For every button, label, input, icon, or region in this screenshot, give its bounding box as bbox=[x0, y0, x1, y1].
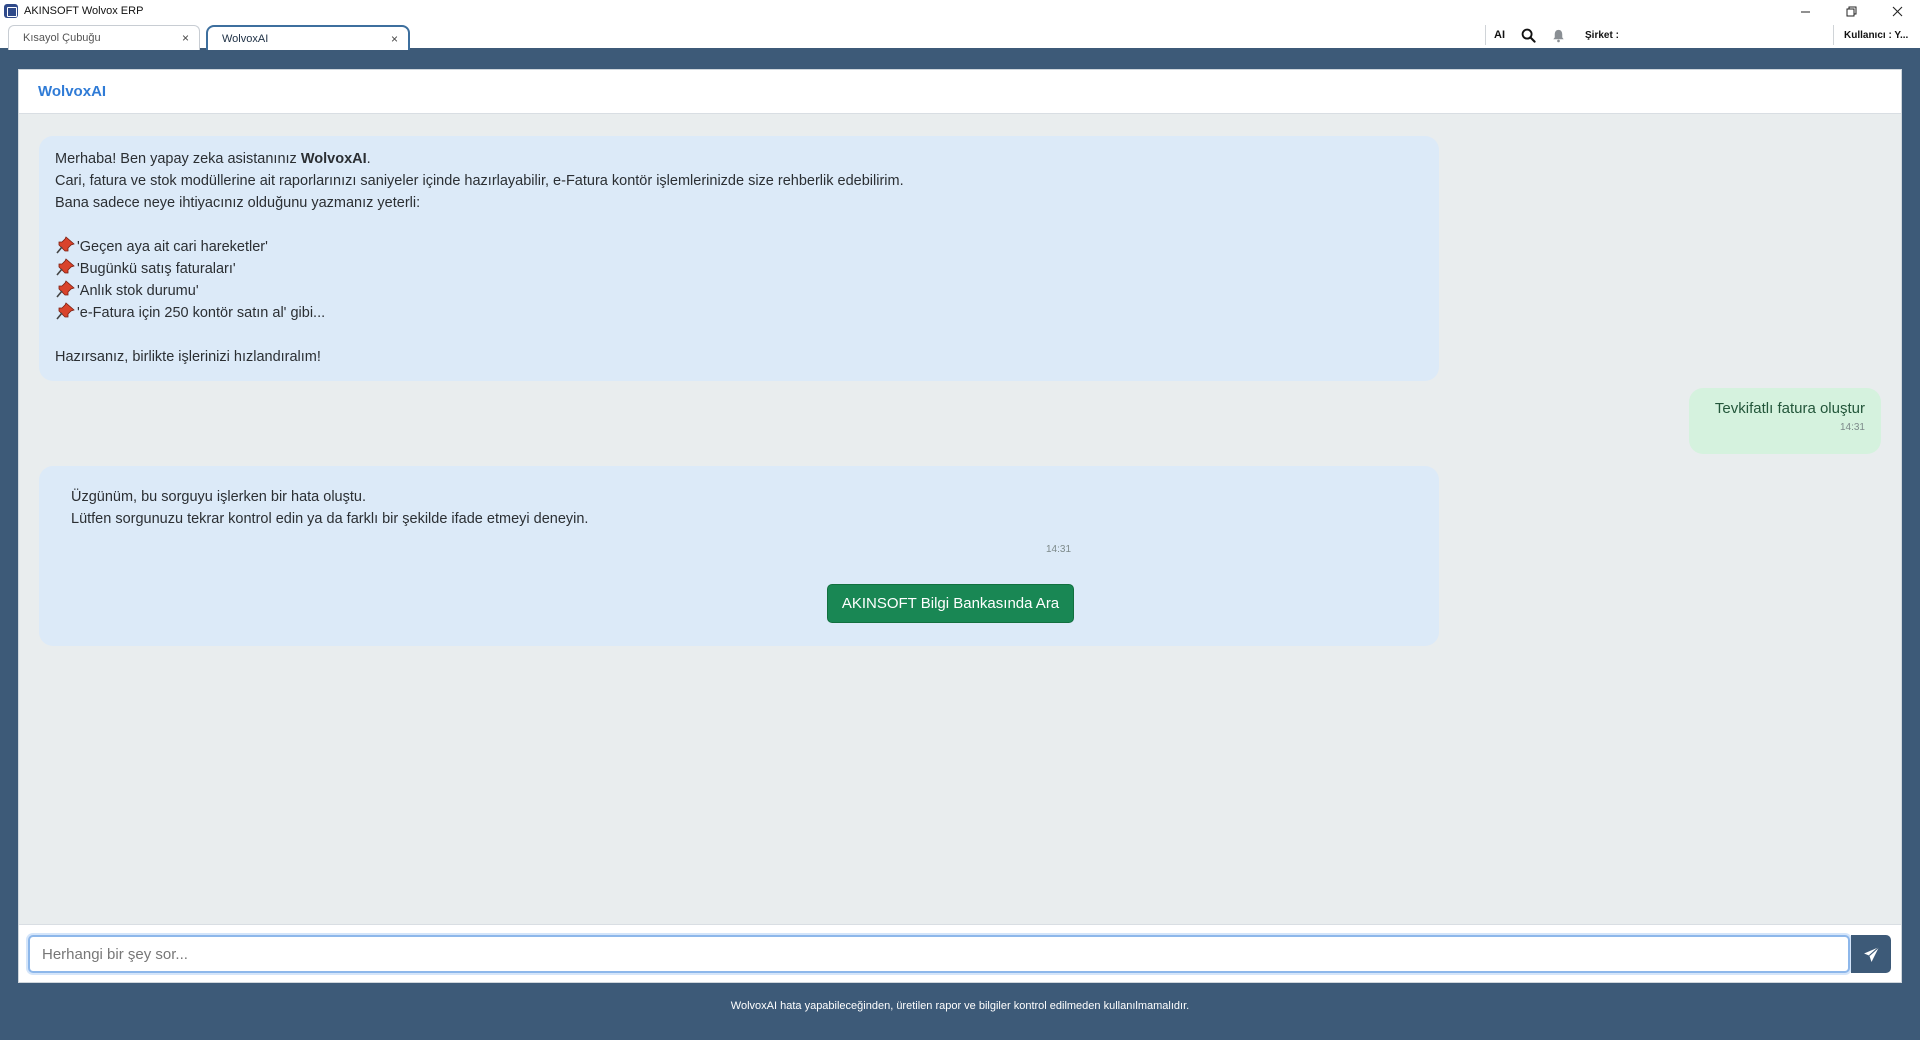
message-timestamp: 14:31 bbox=[1839, 422, 1865, 433]
send-button[interactable] bbox=[1851, 935, 1891, 973]
tab-label: Kısayol Çubuğu bbox=[23, 32, 101, 44]
tab-close-icon[interactable]: × bbox=[391, 32, 398, 46]
ai-error-message: Üzgünüm, bu sorguyu işlerken bir hata ol… bbox=[39, 466, 1439, 646]
user-message: Tevkifatlı fatura oluştur 14:31 bbox=[1689, 388, 1881, 454]
pushpin-icon bbox=[55, 236, 77, 254]
error-text: Üzgünüm, bu sorguyu işlerken bir hata ol… bbox=[71, 486, 1051, 530]
notifications-button[interactable] bbox=[1543, 28, 1573, 43]
ai-welcome-message: Merhaba! Ben yapay zeka asistanınız Wolv… bbox=[39, 136, 1439, 381]
example-text: 'Anlık stok durumu' bbox=[77, 283, 199, 299]
error-line: Üzgünüm, bu sorguyu işlerken bir hata ol… bbox=[71, 489, 366, 505]
pushpin-icon bbox=[55, 302, 77, 320]
user-message-text: Tevkifatlı fatura oluştur bbox=[1714, 400, 1865, 417]
pushpin-icon bbox=[55, 280, 77, 298]
top-toolbar: AI Şirket : Kullanıcı : Y... bbox=[1485, 22, 1920, 48]
panel-title: WolvoxAI bbox=[19, 70, 1901, 114]
window-title: AKINSOFT Wolvox ERP bbox=[24, 5, 144, 17]
example-text: 'e-Fatura için 250 kontör satın al' gibi… bbox=[77, 305, 326, 321]
greeting-line: Merhaba! Ben yapay zeka asistanınız Wolv… bbox=[55, 148, 1423, 170]
restore-icon bbox=[1846, 6, 1856, 16]
example-item: 'e-Fatura için 250 kontör satın al' gibi… bbox=[55, 302, 1423, 324]
minimize-icon bbox=[1800, 11, 1810, 12]
example-item: 'Anlık stok durumu' bbox=[55, 280, 1423, 302]
close-button[interactable] bbox=[1874, 0, 1920, 22]
chat-panel: WolvoxAI Merhaba! Ben yapay zeka asistan… bbox=[18, 69, 1902, 983]
bell-icon bbox=[1552, 29, 1564, 42]
window-controls bbox=[1782, 0, 1920, 22]
tab-bar: Kısayol Çubuğu × WolvoxAI × AI Şirket : … bbox=[0, 22, 1920, 50]
intro-line: Cari, fatura ve stok modüllerine ait rap… bbox=[55, 173, 904, 189]
send-icon bbox=[1863, 946, 1879, 962]
example-text: 'Geçen aya ait cari hareketler' bbox=[77, 239, 268, 255]
error-line: Lütfen sorgunuzu tekrar kontrol edin ya … bbox=[71, 511, 589, 527]
assistant-name: WolvoxAI bbox=[300, 151, 367, 167]
pushpin-icon bbox=[55, 258, 77, 276]
tab-close-icon[interactable]: × bbox=[182, 31, 189, 45]
restore-button[interactable] bbox=[1828, 0, 1874, 22]
search-icon bbox=[1521, 28, 1536, 43]
example-text: 'Bugünkü satış faturaları' bbox=[77, 261, 236, 277]
chat-input-area bbox=[19, 924, 1901, 982]
greeting-suffix: . bbox=[366, 151, 371, 167]
knowledge-base-search-button[interactable]: AKINSOFT Bilgi Bankasında Ara bbox=[827, 584, 1074, 623]
tab-wolvoxai[interactable]: WolvoxAI × bbox=[206, 25, 410, 50]
greeting-prefix: Merhaba! Ben yapay zeka asistanınız bbox=[55, 151, 301, 167]
example-item: 'Geçen aya ait cari hareketler' bbox=[55, 236, 1423, 258]
chat-input[interactable] bbox=[28, 935, 1850, 973]
window-titlebar: AKINSOFT Wolvox ERP bbox=[0, 0, 1920, 22]
tab-label: WolvoxAI bbox=[222, 32, 269, 45]
ai-button[interactable]: AI bbox=[1486, 29, 1513, 41]
disclaimer-text: WolvoxAI hata yapabileceğinden, üretilen… bbox=[730, 1000, 1190, 1012]
closing-line: Hazırsanız, birlikte işlerinizi hızlandı… bbox=[55, 349, 321, 365]
close-icon bbox=[1892, 6, 1902, 16]
app-icon bbox=[4, 4, 18, 18]
example-item: 'Bugünkü satış faturaları' bbox=[55, 258, 1423, 280]
minimize-button[interactable] bbox=[1782, 0, 1828, 22]
search-button[interactable] bbox=[1513, 28, 1543, 43]
company-label[interactable]: Şirket : bbox=[1573, 30, 1833, 41]
message-timestamp: 14:31 bbox=[1046, 544, 1072, 555]
prompt-line: Bana sadece neye ihtiyacınız olduğunu ya… bbox=[55, 195, 421, 211]
user-label[interactable]: Kullanıcı : Y... bbox=[1834, 30, 1920, 41]
tab-kisayol-cubugu[interactable]: Kısayol Çubuğu × bbox=[8, 25, 200, 50]
